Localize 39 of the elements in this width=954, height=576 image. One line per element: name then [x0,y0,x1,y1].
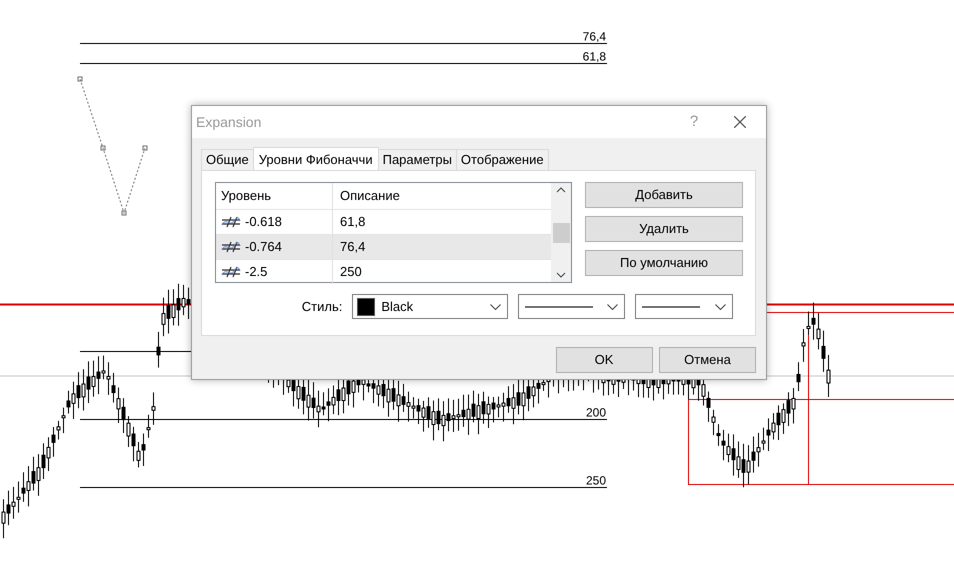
caret-icon [607,304,618,310]
table-cell-text: 61,8 [339,213,366,232]
table-cell-text: -0.618 [245,213,282,232]
list-row[interactable]: -0.764 76,4 [216,234,551,259]
level-icon [221,241,241,253]
table-cell-text: 250 [339,263,362,282]
level-icon [221,216,241,228]
table-cell-text: 76,4 [339,238,366,256]
line-sample-icon [640,304,702,308]
line-style-dropdown[interactable] [635,294,734,319]
level-label: 200 [586,406,606,420]
scroll-thumb[interactable] [552,222,570,242]
cancel-button[interactable]: Отмена [659,347,756,373]
tab[interactable]: Уровни Фибоначчи [252,147,379,170]
caret-icon [490,304,502,310]
tab[interactable]: Параметры [378,149,457,170]
table-cell-text: -2.5 [245,263,268,282]
side-button[interactable]: Удалить [585,216,743,242]
scrollbar[interactable] [551,183,571,282]
level-label: 250 [586,474,606,488]
side-button[interactable]: Добавить [585,182,743,208]
column-header: Описание [339,187,400,206]
column-header: Уровень [221,187,272,206]
list-row[interactable]: -2.5 250 [216,259,551,284]
caret-icon [715,304,726,310]
level-icon [221,266,241,278]
side-button[interactable]: По умолчанию [585,250,743,276]
line-style-dropdown[interactable] [518,294,626,319]
close-icon[interactable] [734,116,746,128]
level-label: 76,4 [582,30,606,44]
line-sample-icon [523,304,596,308]
style-label: Стиль: [300,298,344,316]
color-dropdown[interactable]: Black [352,294,508,319]
tab[interactable]: Отображение [456,149,549,170]
table-cell-text: -0.764 [245,238,282,256]
level-label: 61,8 [582,50,606,64]
tab[interactable]: Общие [201,149,254,170]
ok-button[interactable]: OK [556,347,652,373]
window-title: Expansion [196,112,262,132]
